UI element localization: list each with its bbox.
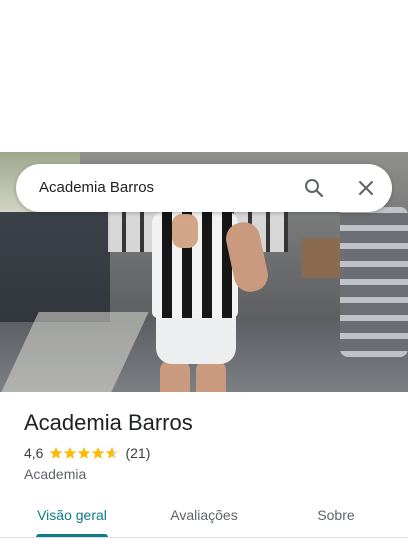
photo-person-shorts: [156, 312, 236, 364]
photo-person-phone: [172, 214, 198, 248]
search-input[interactable]: Academia Barros: [39, 178, 154, 198]
rating-stars: [49, 446, 119, 460]
rating-value: 4,6: [24, 445, 44, 461]
star-icon: [106, 447, 119, 459]
blank-top-area: [0, 0, 408, 152]
tab-visao-geral[interactable]: Visão geral: [24, 492, 120, 538]
search-bar[interactable]: Academia Barros: [16, 164, 392, 212]
photo-person-leg: [196, 360, 226, 392]
search-icon[interactable]: [302, 176, 326, 200]
photo-person-leg: [160, 360, 190, 392]
tab-bar: Visão geral Avaliações Sobre: [0, 492, 408, 538]
star-icon: [50, 447, 63, 459]
review-count[interactable]: (21): [125, 445, 150, 461]
photo-weight-rack: [340, 207, 408, 357]
place-category[interactable]: Academia: [24, 465, 86, 483]
place-title: Academia Barros: [24, 410, 193, 435]
star-icon: [78, 447, 91, 459]
tab-avaliacoes[interactable]: Avaliações: [156, 492, 252, 538]
active-tab-indicator: [36, 534, 108, 537]
rating-row[interactable]: 4,6 (21): [24, 444, 150, 462]
star-icon: [64, 447, 77, 459]
star-icon: [92, 447, 105, 459]
tab-sobre[interactable]: Sobre: [288, 492, 384, 538]
photo-box: [302, 238, 344, 278]
close-icon[interactable]: [354, 176, 378, 200]
